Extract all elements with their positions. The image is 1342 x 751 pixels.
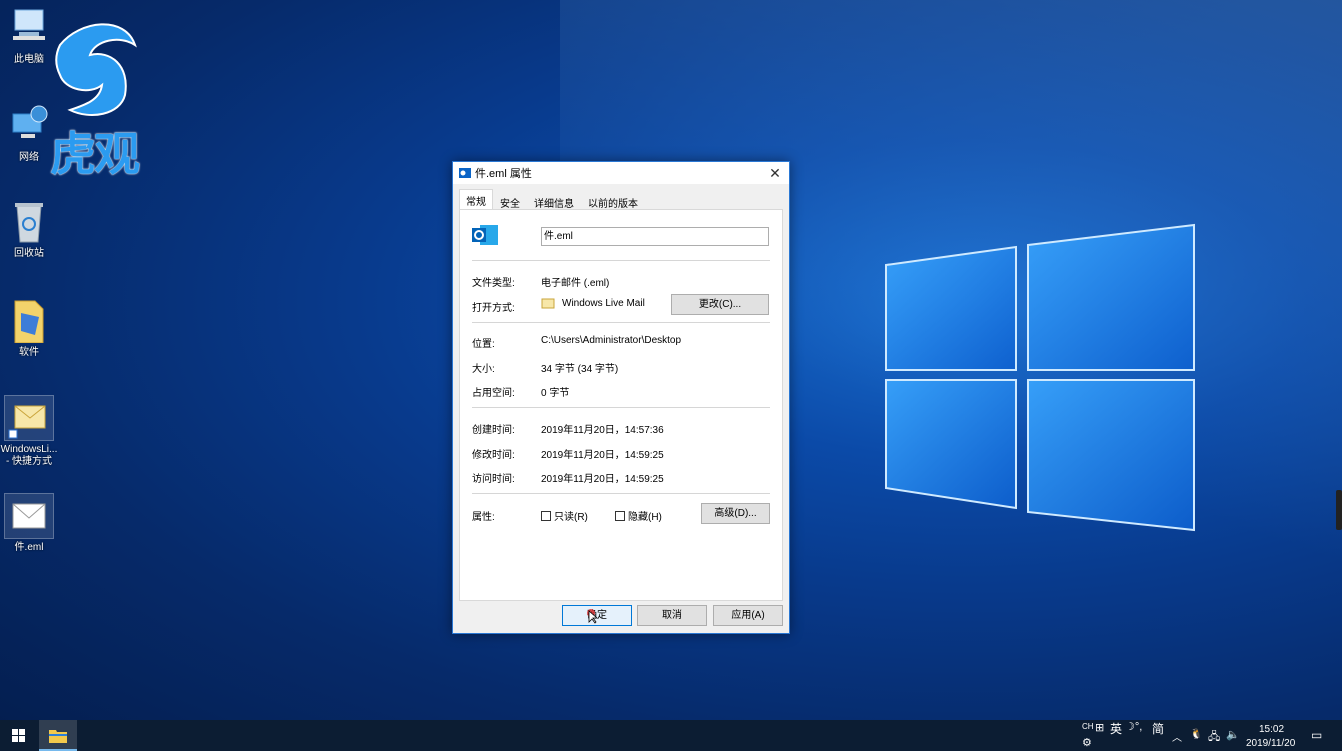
modified-value: 2019年11月20日，14:59:25 xyxy=(541,450,664,461)
location-value: C:\Users\Administrator\Desktop xyxy=(541,335,682,346)
size-label: 大小: xyxy=(472,364,495,375)
file-explorer-icon xyxy=(49,730,67,743)
checkbox-box xyxy=(615,510,625,521)
hidden-checkbox[interactable]: 隐藏(H) xyxy=(615,508,662,523)
network-icon xyxy=(5,104,53,148)
notification-icon[interactable]: ▭ xyxy=(1311,728,1322,742)
cancel-button[interactable]: 取消 xyxy=(637,605,707,626)
accessed-label: 访问时间: xyxy=(472,474,515,485)
clock-date[interactable]: 2019/11/20 xyxy=(1246,738,1295,749)
mouse-cursor-icon xyxy=(587,609,598,624)
windows-live-mail-icon xyxy=(4,395,54,441)
created-value: 2019年11月20日，14:57:36 xyxy=(541,425,664,436)
open-with-label: 打开方式: xyxy=(472,303,515,314)
readonly-checkbox[interactable]: 只读(R) xyxy=(541,508,588,523)
desktop-icon-network[interactable]: 网络 xyxy=(0,104,64,164)
recycle-bin-icon xyxy=(5,200,53,244)
checkbox-box xyxy=(541,510,551,521)
close-icon[interactable]: ✕ xyxy=(761,165,789,182)
apply-button[interactable]: 应用(A) xyxy=(713,605,783,626)
created-label: 创建时间: xyxy=(472,425,515,436)
taskbar-file-explorer[interactable] xyxy=(39,720,77,751)
windows-start-icon xyxy=(12,729,25,742)
envelope-icon xyxy=(4,493,54,539)
qq-icon[interactable]: 🐧 xyxy=(1190,729,1202,740)
size-on-disk-value: 0 字节 xyxy=(541,388,570,399)
desktop-icon-this-pc[interactable]: 此电脑 xyxy=(0,6,64,66)
change-button[interactable]: 更改(C)... xyxy=(671,294,769,315)
desktop-icon-eml-file[interactable]: 件.eml xyxy=(0,493,64,554)
volume-icon[interactable]: 🔈 xyxy=(1226,728,1240,741)
location-label: 位置: xyxy=(472,339,495,350)
ime-moon-icon[interactable]: ☽°, xyxy=(1125,720,1142,733)
separator xyxy=(472,322,770,323)
dialog-title: 件.eml 属性 xyxy=(475,168,532,180)
file-type-label: 文件类型: xyxy=(472,278,515,289)
windows-live-mail-small-icon xyxy=(541,298,555,309)
computer-icon xyxy=(5,6,53,50)
advanced-button[interactable]: 高级(D)... xyxy=(701,503,770,524)
modified-label: 修改时间: xyxy=(472,450,515,461)
ime-simplified[interactable]: 简 xyxy=(1152,720,1164,737)
attributes-label: 属性: xyxy=(472,512,495,523)
file-type-value: 电子邮件 (.eml) xyxy=(541,278,610,289)
desktop-icon-software[interactable]: 软件 xyxy=(0,299,64,359)
network-tray-icon[interactable]: 🖧 xyxy=(1208,728,1220,747)
clock-time[interactable]: 15:02 xyxy=(1259,724,1284,735)
edge-handle[interactable] xyxy=(1336,490,1342,530)
desktop-icon-recycle-bin[interactable]: 回收站 xyxy=(0,200,64,260)
size-on-disk-label: 占用空间: xyxy=(472,388,515,399)
desktop-icon-windows-live-mail-shortcut[interactable]: WindowsLi... - 快捷方式 xyxy=(0,395,64,468)
separator xyxy=(472,260,770,261)
accessed-value: 2019年11月20日，14:59:25 xyxy=(541,474,664,485)
ime-settings-icon[interactable]: ⚙ xyxy=(1082,736,1092,749)
size-value: 34 字节 (34 字节) xyxy=(541,364,619,375)
ime-english[interactable]: 英 xyxy=(1110,720,1122,737)
windows-logo-wallpaper xyxy=(885,223,1195,532)
ime-grid-icon[interactable]: ⊞ xyxy=(1095,721,1104,734)
taskbar: CH ⊞ 英 ☽°, 简 ⚙ ︿ 🐧 🖧 🔈 15:02 2019/11/20 … xyxy=(0,720,1342,751)
separator xyxy=(472,407,770,408)
show-hidden-icons[interactable]: ︿ xyxy=(1172,729,1182,744)
dialog-titlebar[interactable]: 件.eml 属性 ✕ xyxy=(453,162,789,184)
folder-icon xyxy=(5,299,53,344)
properties-dialog: 件.eml 属性 ✕ 常规 安全 详细信息 以前的版本 件.eml 文件类型: … xyxy=(452,161,790,634)
general-tab-panel: 件.eml 文件类型: 电子邮件 (.eml) 打开方式: Windows Li… xyxy=(459,209,783,601)
filename-input[interactable]: 件.eml xyxy=(541,227,769,246)
separator xyxy=(472,493,770,494)
open-with-value: Windows Live Mail xyxy=(562,298,645,309)
ime-ch[interactable]: CH xyxy=(1082,722,1094,731)
start-button[interactable] xyxy=(0,720,38,751)
outlook-small-icon xyxy=(459,168,471,178)
outlook-file-icon xyxy=(472,225,498,245)
